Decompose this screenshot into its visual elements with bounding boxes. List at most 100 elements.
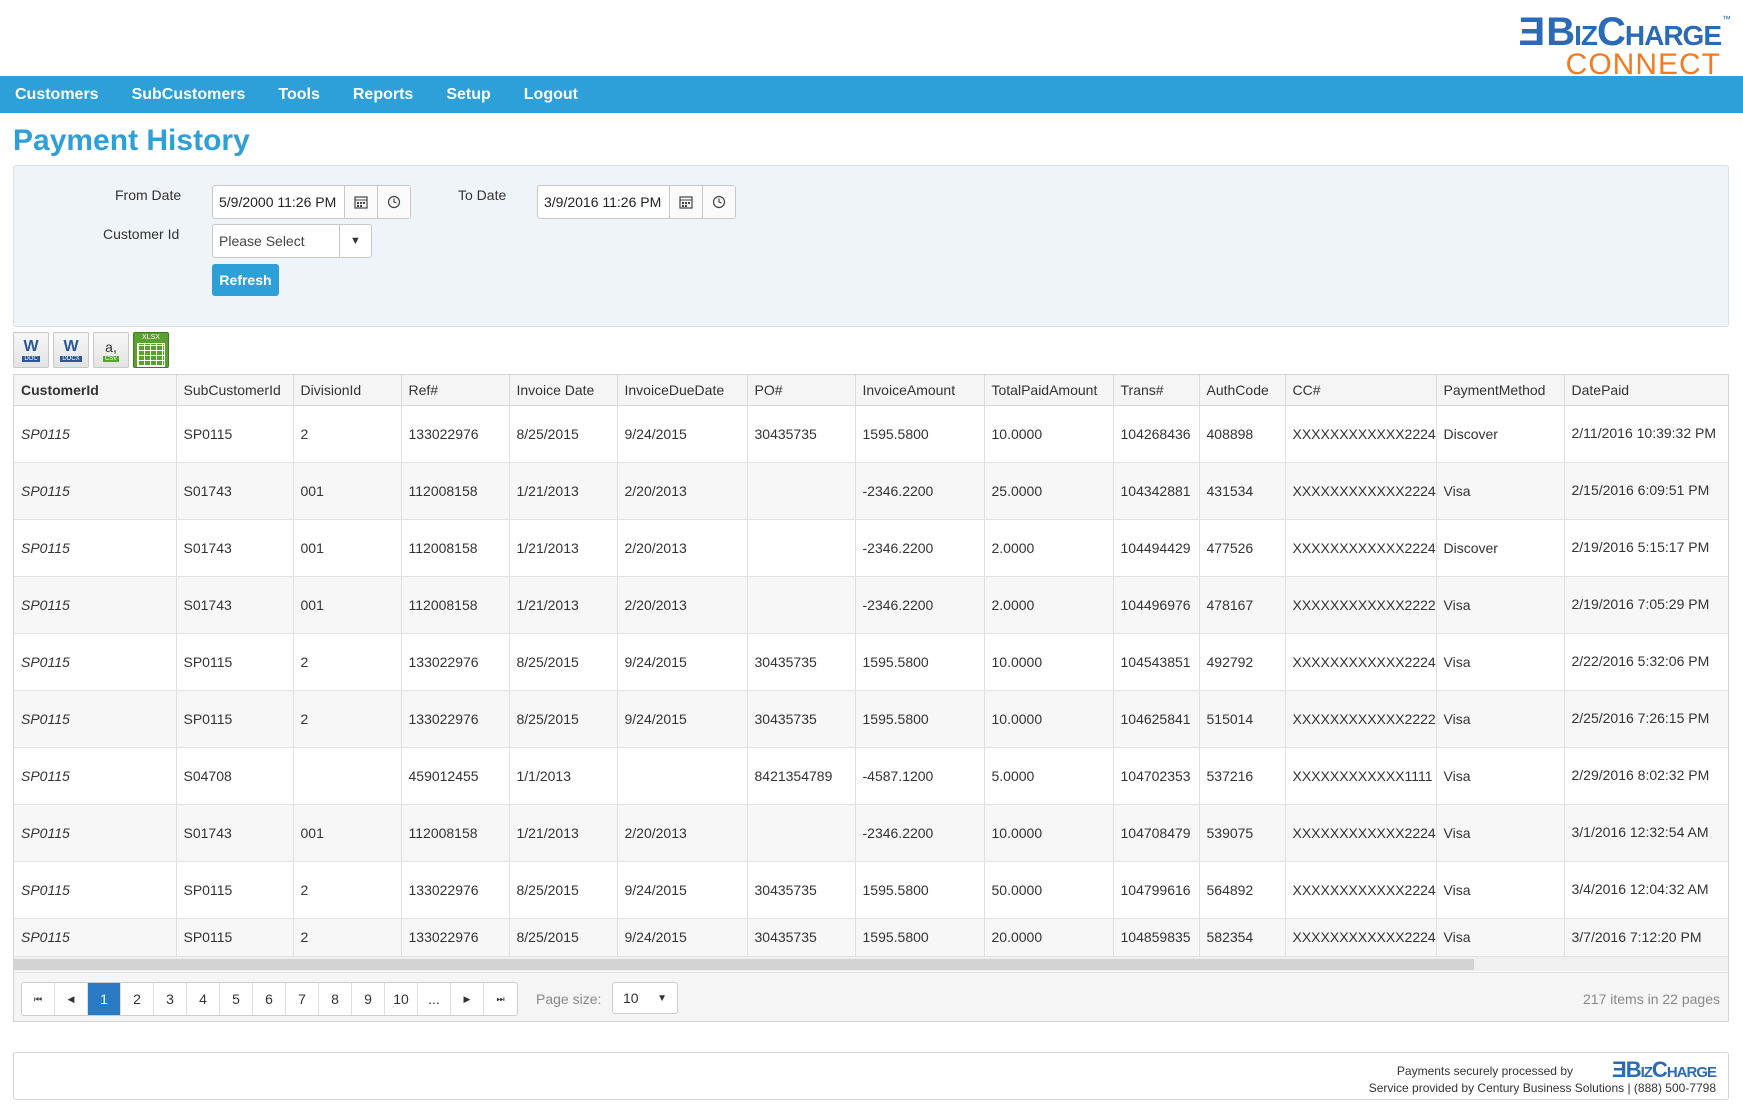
to-date-input[interactable] (538, 186, 669, 218)
page-number-button[interactable]: 10 (385, 983, 418, 1015)
table-row[interactable]: SP0115 S01743 001 112008158 1/21/2013 2/20/20… (14, 462, 1728, 520)
chevron-down-icon: ▼ (339, 225, 371, 257)
table-cell: 10.0000 (984, 690, 1114, 748)
nav-subcustomers[interactable]: SubCustomers (132, 86, 246, 104)
table-row[interactable]: SP0115 SP0115 2 133022976 8/25/2015 9/24/2015… (14, 861, 1728, 919)
column-header[interactable]: CustomerId (14, 375, 177, 406)
column-header[interactable]: CC# (1285, 375, 1437, 406)
table-cell: 8/25/2015 (509, 861, 618, 919)
table-cell: 515014 (1199, 690, 1286, 748)
spreadsheet-grid-icon (137, 342, 165, 367)
column-header[interactable]: Ref# (401, 375, 510, 406)
export-docx-icon[interactable]: W DOCX (53, 332, 89, 368)
column-header[interactable]: SubCustomerId (176, 375, 294, 406)
scrollbar-thumb[interactable] (14, 959, 1474, 970)
page-size-select[interactable]: 10 ▼ (612, 982, 678, 1014)
calendar-icon[interactable] (344, 186, 377, 218)
table-cell: S04708 (176, 747, 294, 805)
page-number-button[interactable]: 5 (220, 983, 253, 1015)
last-page-icon[interactable]: ⏭ (484, 983, 517, 1015)
column-header[interactable]: DivisionId (293, 375, 402, 406)
first-page-icon[interactable]: ⏮ (22, 983, 55, 1015)
page-number-button[interactable]: 6 (253, 983, 286, 1015)
table-cell: -2346.2200 (855, 576, 985, 634)
column-header[interactable]: InvoiceAmount (855, 375, 985, 406)
table-cell (293, 747, 402, 805)
table-cell: 30435735 (747, 861, 856, 919)
table-cell: SP0115 (14, 462, 177, 520)
table-cell: S01743 (176, 462, 294, 520)
customer-id-select[interactable]: Please Select ▼ (212, 224, 372, 258)
table-row[interactable]: SP0115 SP0115 2 133022976 8/25/2015 9/24/2015… (14, 633, 1728, 691)
nav-tools[interactable]: Tools (278, 86, 319, 104)
table-cell: 2/29/2016 8:02:32 PM (1564, 747, 1728, 805)
nav-customers[interactable]: Customers (15, 86, 99, 104)
page-number-button[interactable]: 2 (121, 983, 154, 1015)
table-cell: 5.0000 (984, 747, 1114, 805)
prev-page-icon[interactable]: ◀ (55, 983, 88, 1015)
table-cell: -2346.2200 (855, 519, 985, 577)
nav-reports[interactable]: Reports (353, 86, 413, 104)
column-header[interactable]: TotalPaidAmount (984, 375, 1114, 406)
page-number-button[interactable]: 8 (319, 983, 352, 1015)
clock-icon[interactable] (702, 186, 735, 218)
column-header[interactable]: InvoiceDueDate (617, 375, 748, 406)
table-row[interactable]: SP0115 S01743 001 112008158 1/21/2013 2/20/20… (14, 519, 1728, 577)
table-cell: 2 (293, 633, 402, 691)
table-cell: 2/20/2013 (617, 804, 748, 862)
next-page-icon[interactable]: ▶ (451, 983, 484, 1015)
table-row[interactable]: SP0115 S04708 459012455 1/1/2013 8421354789-… (14, 747, 1728, 805)
export-xlsx-icon[interactable]: XLSX (133, 332, 169, 368)
table-cell: 8/25/2015 (509, 918, 618, 957)
column-header[interactable]: DatePaid (1564, 375, 1728, 406)
table-cell: 3/1/2016 12:32:54 AM (1564, 804, 1728, 862)
nav-setup[interactable]: Setup (446, 86, 490, 104)
calendar-icon[interactable] (669, 186, 702, 218)
column-header[interactable]: Invoice Date (509, 375, 618, 406)
table-cell: 1/21/2013 (509, 519, 618, 577)
export-doc-icon[interactable]: W DOC (13, 332, 49, 368)
table-cell: 30435735 (747, 690, 856, 748)
table-cell: 112008158 (401, 519, 510, 577)
table-cell: Visa (1436, 918, 1565, 957)
table-cell: 2/22/2016 5:32:06 PM (1564, 633, 1728, 691)
from-date-input[interactable] (213, 186, 344, 218)
table-cell: 133022976 (401, 633, 510, 691)
payment-history-grid: CustomerId SubCustomerId DivisionId Ref# Inv… (13, 374, 1729, 1022)
table-row[interactable]: SP0115 SP0115 2 133022976 8/25/2015 9/24/2015… (14, 690, 1728, 748)
column-header[interactable]: PO# (747, 375, 856, 406)
horizontal-scrollbar[interactable] (14, 956, 1728, 971)
column-header[interactable]: Trans# (1113, 375, 1200, 406)
clock-icon[interactable] (377, 186, 410, 218)
table-cell: Visa (1436, 633, 1565, 691)
table-cell: XXXXXXXXXXXX2224 (1285, 462, 1437, 520)
export-csv-icon[interactable]: a, CSV (93, 332, 129, 368)
page-number-button[interactable]: ... (418, 983, 451, 1015)
pagination: ⏮ ◀ 1 2 3 4 5 6 7 8 9 10... ▶ ⏭ (21, 982, 518, 1016)
table-cell: SP0115 (14, 690, 177, 748)
table-cell: XXXXXXXXXXXX2222 (1285, 576, 1437, 634)
table-row[interactable]: SP0115 SP0115 2 133022976 8/25/2015 9/24/2015… (14, 918, 1728, 957)
table-cell: 2/19/2016 5:15:17 PM (1564, 519, 1728, 577)
footer-processed-text: Payments securely processed by (1396, 1064, 1573, 1078)
table-cell (747, 519, 856, 577)
page-number-button[interactable]: 7 (286, 983, 319, 1015)
table-row[interactable]: SP0115 SP0115 2 133022976 8/25/2015 9/24/2015… (14, 405, 1728, 463)
page-number-button[interactable]: 9 (352, 983, 385, 1015)
table-cell: SP0115 (176, 918, 294, 957)
table-cell: 9/24/2015 (617, 861, 748, 919)
table-cell: 9/24/2015 (617, 918, 748, 957)
nav-logout[interactable]: Logout (524, 86, 578, 104)
page-number-button[interactable]: 1 (88, 983, 121, 1015)
refresh-button[interactable]: Refresh (212, 264, 279, 296)
table-row[interactable]: SP0115 S01743 001 112008158 1/21/2013 2/20/20… (14, 804, 1728, 862)
header-row: CustomerId SubCustomerId DivisionId Ref# Inv… (14, 375, 1728, 406)
table-row[interactable]: SP0115 S01743 001 112008158 1/21/2013 2/20/20… (14, 576, 1728, 634)
table-cell: Visa (1436, 861, 1565, 919)
page-number-button[interactable]: 3 (154, 983, 187, 1015)
table-cell: 2.0000 (984, 576, 1114, 634)
column-header[interactable]: PaymentMethod (1436, 375, 1565, 406)
page-number-button[interactable]: 4 (187, 983, 220, 1015)
table-cell: SP0115 (176, 633, 294, 691)
column-header[interactable]: AuthCode (1199, 375, 1286, 406)
